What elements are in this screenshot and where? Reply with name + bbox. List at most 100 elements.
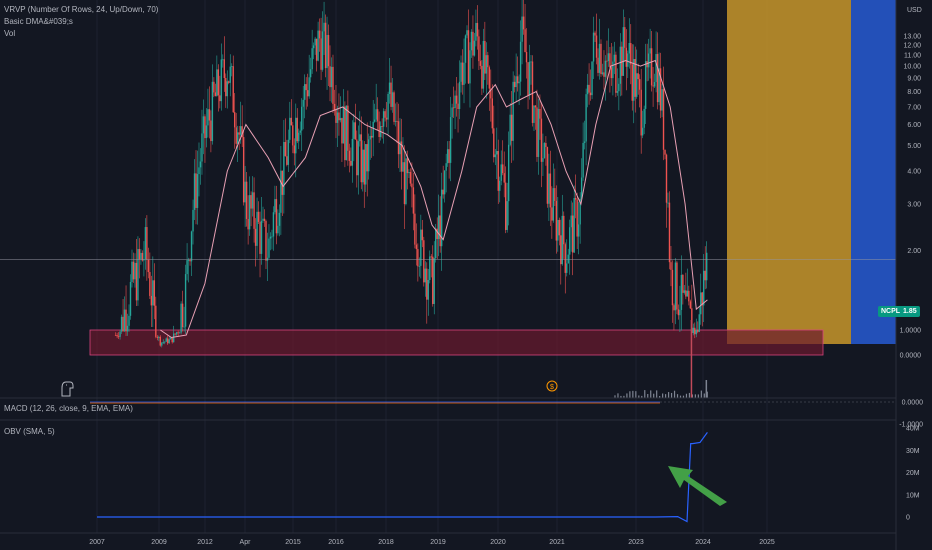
- candle-body: [250, 195, 252, 209]
- tradingview-dino-icon[interactable]: [61, 381, 74, 397]
- candle-body: [362, 149, 364, 183]
- candle-body: [485, 55, 488, 74]
- candle-body: [159, 336, 161, 346]
- candle-body: [311, 48, 313, 70]
- candle-body: [385, 117, 388, 120]
- macd-indicator-label[interactable]: MACD (12, 26, close, 9, EMA, EMA): [4, 404, 133, 413]
- candle-body: [266, 257, 269, 261]
- candle-body: [423, 240, 425, 283]
- candle-body: [510, 114, 513, 141]
- candle-body: [455, 95, 458, 104]
- candle-body: [232, 66, 234, 113]
- candle-body: [149, 272, 151, 296]
- price-axis: USD 13.00 12.00 11.00 10.00 9.00 8.00 7.00 6.00 5…: [899, 7, 923, 522]
- candle-body: [546, 147, 549, 204]
- candle-body: [457, 103, 459, 110]
- candle-body: [254, 228, 257, 246]
- candle-body: [202, 116, 205, 134]
- candle-body: [388, 82, 391, 94]
- candle-body: [140, 252, 142, 260]
- candle-body: [387, 93, 389, 120]
- candle-body: [472, 31, 474, 56]
- volume-bar: [667, 392, 670, 398]
- candle-body: [594, 32, 596, 36]
- candle-body: [244, 181, 246, 203]
- candle-body: [183, 326, 185, 328]
- time-tick-label: 2007: [89, 539, 105, 546]
- candle-body: [624, 27, 626, 48]
- candle-body: [479, 61, 482, 66]
- candle-body: [384, 111, 386, 118]
- volume-bar: [694, 394, 696, 398]
- candle-body: [217, 69, 220, 96]
- candle-body: [363, 149, 365, 185]
- dividend-marker-label: $: [550, 384, 554, 391]
- dma-indicator-label[interactable]: Basic DMA&#039;s: [4, 17, 73, 26]
- time-tick-label: 2009: [151, 539, 167, 546]
- candle-body: [518, 81, 520, 84]
- candle-body: [375, 109, 377, 120]
- candle-body: [131, 261, 133, 282]
- candle-body: [688, 290, 690, 302]
- candle-body: [515, 76, 517, 88]
- candle-body: [223, 59, 225, 79]
- volume-bar: [617, 393, 619, 398]
- candle-body: [680, 274, 683, 310]
- time-tick-label: 2012: [197, 539, 213, 546]
- candle-body: [652, 85, 654, 87]
- candle-body: [585, 94, 587, 142]
- candle-body: [269, 236, 272, 239]
- price-tick-label: 5.00: [907, 143, 921, 150]
- candle-body: [126, 325, 129, 332]
- volume-bar: [676, 394, 679, 398]
- candle-body: [449, 117, 452, 163]
- candle-body: [433, 258, 435, 304]
- vol-indicator-label[interactable]: Vol: [4, 29, 15, 38]
- obv-tick-label: 10M: [906, 492, 920, 499]
- candle-body: [360, 134, 362, 183]
- candle-body: [647, 53, 650, 68]
- candle-body: [442, 189, 444, 195]
- candle-body: [371, 135, 373, 138]
- candle-body: [180, 303, 182, 333]
- obv-indicator-label[interactable]: OBV (SMA, 5): [4, 427, 55, 436]
- candle-body: [665, 154, 668, 203]
- candle-body: [527, 62, 529, 96]
- candle-body: [603, 72, 605, 77]
- candle-body: [464, 35, 467, 63]
- candle-body: [591, 61, 593, 96]
- candle-body: [181, 303, 184, 328]
- candle-body: [278, 212, 281, 226]
- candle-body: [528, 61, 531, 96]
- candle-body: [685, 290, 687, 297]
- candle-body: [661, 89, 663, 111]
- candle-body: [503, 173, 505, 183]
- candle-body: [667, 202, 669, 204]
- last-price-tag: 1.85: [900, 306, 920, 317]
- candle-body: [378, 121, 380, 138]
- dividend-marker[interactable]: $: [546, 380, 558, 392]
- candle-body: [350, 160, 352, 166]
- candle-body: [475, 22, 477, 41]
- candle-body: [424, 268, 426, 283]
- candle-body: [405, 158, 407, 205]
- vrvp-indicator-label[interactable]: VRVP (Number Of Rows, 24, Up/Down, 70): [4, 5, 158, 14]
- candle-body: [445, 163, 447, 171]
- candle-body: [308, 77, 310, 97]
- candle-body: [430, 256, 432, 258]
- candle-body: [372, 121, 374, 138]
- candle-body: [204, 116, 206, 139]
- price-tick-label: 3.00: [907, 202, 921, 209]
- candle-body: [402, 162, 404, 172]
- candle-body: [606, 60, 608, 62]
- candle-body: [155, 305, 157, 337]
- candle-body: [700, 292, 702, 315]
- annotation-arrow[interactable]: [668, 466, 727, 506]
- candle-body: [548, 173, 550, 204]
- candle-body: [432, 256, 434, 304]
- candle-body: [482, 40, 485, 89]
- candle-body: [393, 92, 395, 122]
- candle-body: [275, 199, 278, 234]
- candle-body: [324, 22, 327, 69]
- candle-body: [543, 143, 546, 159]
